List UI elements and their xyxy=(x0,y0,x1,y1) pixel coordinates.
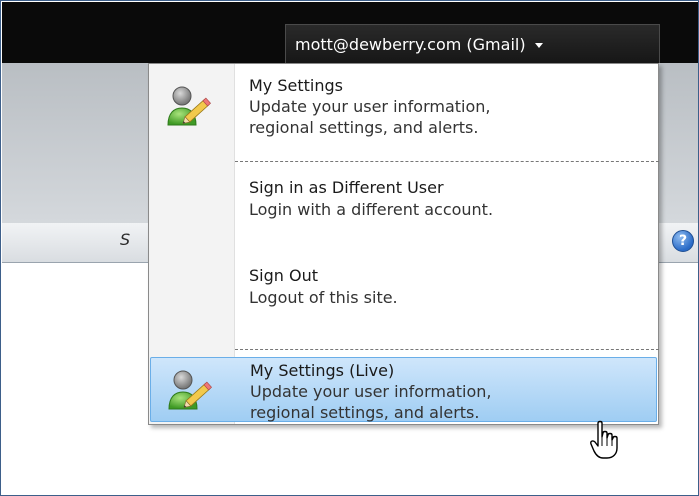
menu-item-description: Update your user information, xyxy=(249,97,491,116)
user-edit-icon xyxy=(168,370,212,410)
menu-item-title: Sign in as Different User xyxy=(249,178,444,197)
user-menu-button[interactable]: mott@dewberry.com (Gmail) xyxy=(285,24,660,64)
menu-item-my-settings[interactable]: My Settings Update your user information… xyxy=(150,65,657,155)
menu-item-description: regional settings, and alerts. xyxy=(250,403,480,422)
menu-item-title: My Settings xyxy=(249,76,343,95)
menu-separator xyxy=(235,349,659,350)
chevron-down-icon xyxy=(534,43,543,48)
menu-item-description: Update your user information, xyxy=(250,382,492,401)
menu-item-title: My Settings (Live) xyxy=(250,361,395,380)
user-dropdown-menu: My Settings Update your user information… xyxy=(148,63,659,425)
menu-item-description: Login with a different account. xyxy=(249,200,494,219)
hand-cursor-icon xyxy=(590,420,618,459)
menu-separator xyxy=(235,161,659,162)
help-icon[interactable]: ? xyxy=(672,230,694,252)
account-label: mott@dewberry.com (Gmail) xyxy=(295,35,526,54)
menu-item-description: Logout of this site. xyxy=(249,288,398,307)
menu-item-description: regional settings, and alerts. xyxy=(249,118,479,137)
nav-text-partial: S xyxy=(120,230,131,249)
menu-item-sign-out[interactable]: Sign Out Logout of this site. xyxy=(150,256,657,316)
page-frame: mott@dewberry.com (Gmail) S ? My Setting… xyxy=(0,0,699,496)
menu-item-title: Sign Out xyxy=(249,266,318,285)
user-edit-icon xyxy=(167,86,211,126)
menu-item-my-settings-live[interactable]: My Settings (Live) Update your user info… xyxy=(150,357,657,422)
menu-item-sign-in-different-user[interactable]: Sign in as Different User Login with a d… xyxy=(150,168,657,228)
